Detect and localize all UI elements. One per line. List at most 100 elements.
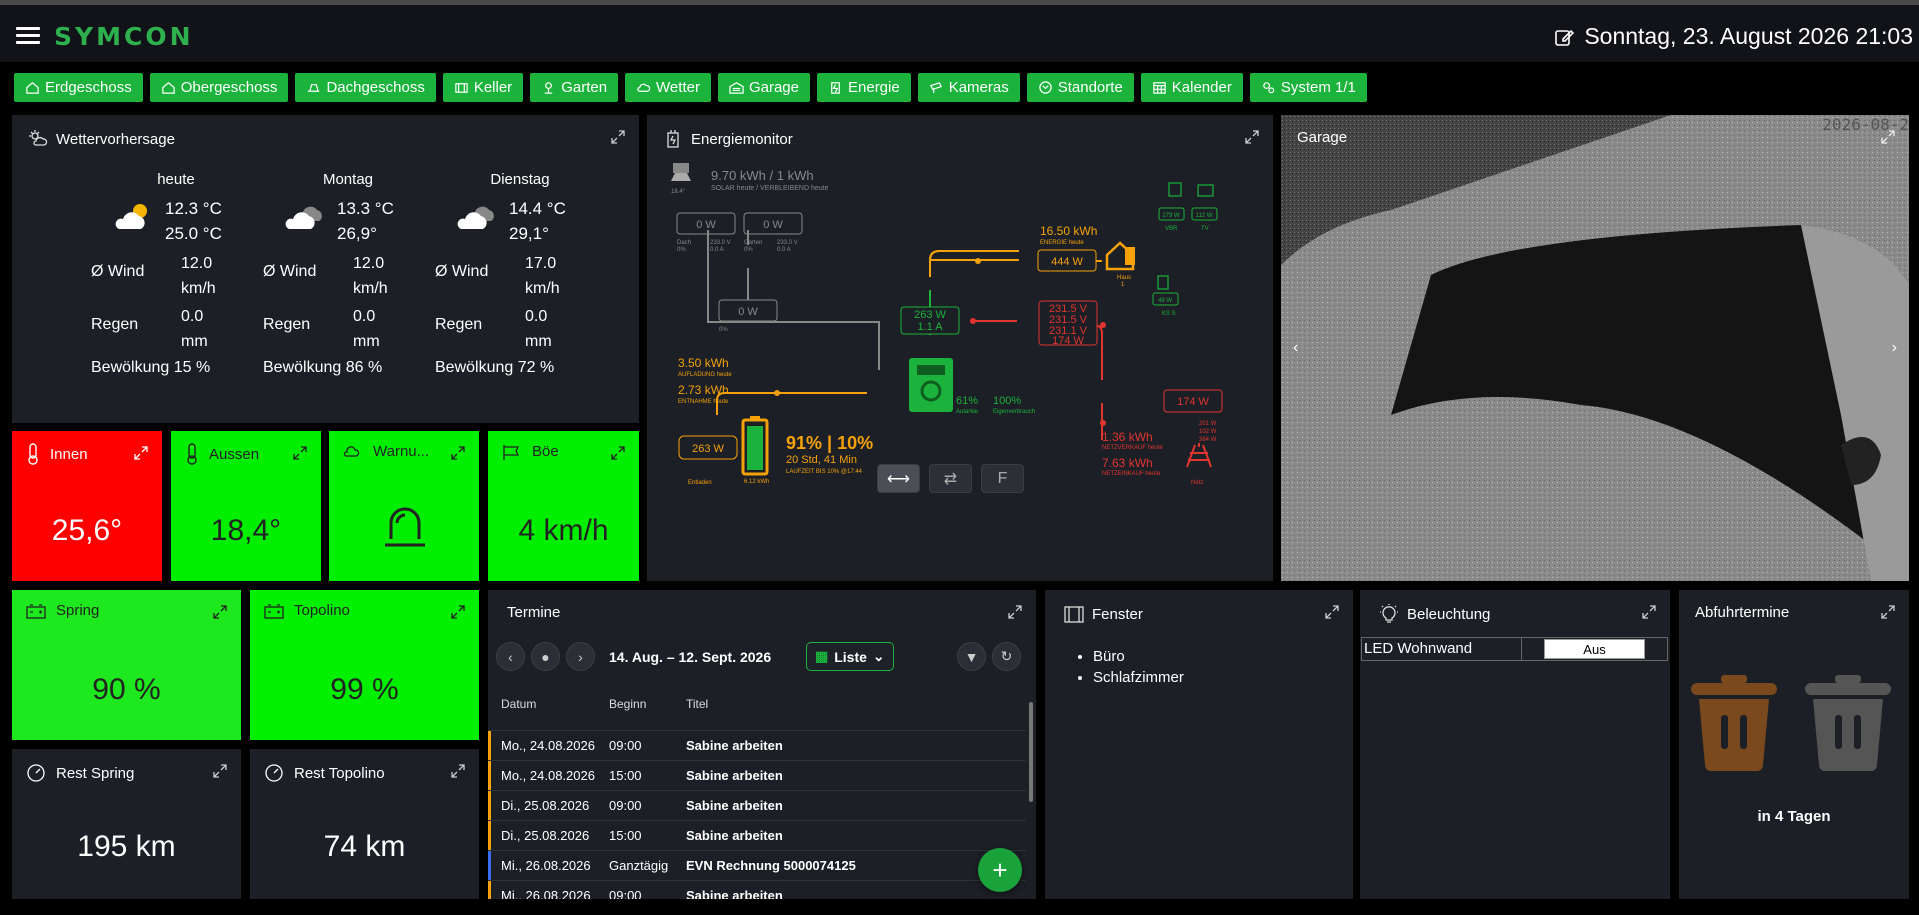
grid-icon: ▦ — [815, 648, 829, 664]
row-color-bar — [488, 881, 491, 899]
table-scrollbar[interactable] — [1026, 694, 1036, 894]
view-flow-button[interactable]: ⟷ — [877, 464, 920, 493]
expand-icon[interactable] — [611, 130, 625, 144]
solar-icon — [671, 163, 691, 181]
view-select[interactable]: ▦ Liste ⌄ — [806, 642, 894, 671]
forecast-clouds: Bewölkung 86 % — [263, 359, 383, 376]
energy-view-buttons: ⟷ ⇄ F — [877, 464, 1024, 493]
scrollbar-thumb[interactable] — [1029, 702, 1033, 802]
thermometer-icon — [28, 443, 38, 465]
discharge-label: ENTNAHME heute — [678, 399, 729, 405]
charge-today: 3.50 kWh — [678, 356, 729, 370]
inverter-power: 0 W — [738, 306, 758, 318]
filter-icon: ▼ — [964, 648, 979, 665]
windsock-icon — [503, 444, 520, 460]
prev-image-icon[interactable]: ‹ — [1293, 339, 1298, 357]
expand-icon[interactable] — [293, 446, 307, 460]
expand-icon[interactable] — [213, 605, 227, 619]
weather-sun-cloud-icon — [29, 130, 48, 146]
table-row[interactable]: Di., 25.08.2026 09:00 Sabine arbeiten — [488, 790, 1026, 821]
expand-icon[interactable] — [1881, 130, 1895, 144]
table-row[interactable]: Mi., 26.08.2026 09:00 Sabine arbeiten — [488, 880, 1026, 899]
battery-runtime-label: LAUFZEIT BIS 10% @17:44 — [786, 469, 863, 475]
tab-garten[interactable]: Garten — [530, 73, 619, 102]
tile-rest-topolino[interactable]: Rest Topolino 74 km — [250, 749, 479, 899]
expand-icon[interactable] — [1642, 605, 1656, 619]
wind-unit: km/h — [525, 280, 560, 297]
list-item: Büro — [1093, 646, 1184, 667]
next-image-icon[interactable]: › — [1892, 339, 1897, 357]
table-row[interactable]: Mo., 24.08.2026 15:00 Sabine arbeiten — [488, 760, 1026, 791]
table-row[interactable]: Di., 25.08.2026 15:00 Sabine arbeiten — [488, 820, 1026, 851]
tile-title: Rest Topolino — [264, 763, 385, 783]
expand-icon[interactable] — [1245, 130, 1259, 144]
termine-title: Termine — [507, 604, 561, 621]
tile-value: 195 km — [77, 830, 176, 863]
expand-icon[interactable] — [451, 764, 465, 778]
siren-icon — [385, 507, 425, 547]
expand-icon[interactable] — [1881, 605, 1895, 619]
basement-icon — [455, 83, 468, 93]
tab-kalender[interactable]: Kalender — [1140, 73, 1243, 102]
refresh-icon: ↻ — [1000, 648, 1013, 664]
tile-spring[interactable]: Spring 90 % — [12, 590, 241, 740]
expand-icon[interactable] — [1008, 605, 1022, 619]
view-swap-button[interactable]: ⇄ — [929, 464, 972, 493]
tab-wetter[interactable]: Wetter — [625, 73, 711, 102]
light-state-cell: Aus — [1522, 638, 1667, 660]
app-logo: SYMCON — [54, 22, 194, 51]
forecast-day-label: Dienstag — [490, 171, 550, 188]
autarkie-label: Autarkie — [956, 409, 979, 415]
gauge-icon — [27, 764, 45, 782]
expand-icon[interactable] — [1325, 605, 1339, 619]
tab-system[interactable]: System 1/1 — [1249, 73, 1367, 102]
table-row[interactable]: Mi., 26.08.2026 Ganztägig EVN Rechnung 500… — [488, 850, 1026, 881]
today-button[interactable]: ● — [531, 642, 560, 671]
add-event-button[interactable]: + — [978, 848, 1022, 892]
expand-icon[interactable] — [611, 446, 625, 460]
tab-keller[interactable]: Keller — [442, 73, 524, 102]
expand-icon[interactable] — [451, 605, 465, 619]
house-icon — [1105, 241, 1135, 271]
expand-icon[interactable] — [451, 446, 465, 460]
next-button[interactable]: › — [566, 642, 595, 671]
tab-energie[interactable]: Energie — [817, 73, 911, 102]
trash-bin-icon — [1691, 675, 1777, 771]
charge-label: AUFLADUNG heute — [678, 372, 732, 378]
tile-warnung[interactable]: Warnu... — [329, 431, 479, 581]
expand-icon[interactable] — [134, 446, 148, 460]
prev-button[interactable]: ‹ — [496, 642, 525, 671]
inverter-pct: 0% — [719, 327, 728, 333]
garage-title: Garage — [1297, 129, 1348, 146]
tab-dachgeschoss[interactable]: Dachgeschoss — [295, 73, 436, 102]
tab-erdgeschoss[interactable]: Erdgeschoss — [14, 73, 143, 102]
netz-buy-label: NETZEINKAUF heute — [1102, 471, 1161, 477]
tile-topolino[interactable]: Topolino 99 % — [250, 590, 479, 740]
rain-unit: mm — [353, 333, 380, 350]
wind-label: Ø Wind — [91, 263, 145, 280]
tile-innen[interactable]: Innen 25,6° — [12, 431, 162, 581]
table-row[interactable]: Mo., 24.08.2026 09:00 Sabine arbeiten — [488, 730, 1026, 761]
menu-icon[interactable] — [16, 27, 40, 45]
house-icon — [26, 82, 39, 94]
termine-card: Termine ‹ ● › 14. Aug. – 12. Sept. 2026 … — [488, 590, 1036, 899]
tab-garage[interactable]: Garage — [717, 73, 810, 102]
filter-button[interactable]: ▼ — [957, 642, 986, 671]
tile-rest-spring[interactable]: Rest Spring 195 km — [12, 749, 241, 899]
view-f-button[interactable]: F — [981, 464, 1024, 493]
refresh-button[interactable]: ↻ — [992, 642, 1021, 671]
light-toggle-button[interactable]: Aus — [1544, 639, 1645, 659]
tile-aussen[interactable]: Aussen 18,4° — [171, 431, 321, 581]
tile-boee[interactable]: Böe 4 km/h — [488, 431, 639, 581]
haus-label: Haus — [1117, 275, 1131, 281]
tab-standorte[interactable]: Standorte — [1026, 73, 1134, 102]
battery-percent: 91% | 10% — [786, 433, 873, 453]
netz-label: Netz — [1191, 480, 1203, 486]
tab-kameras[interactable]: Kameras — [917, 73, 1020, 102]
expand-icon[interactable] — [213, 764, 227, 778]
calendar-icon — [1153, 82, 1166, 94]
datetime-display[interactable]: Sonntag, 23. August 2026 21:03 — [1554, 23, 1913, 50]
rain-label: Regen — [91, 316, 139, 333]
tab-obergeschoss[interactable]: Obergeschoss — [149, 73, 289, 102]
fenster-title: Fenster — [1064, 604, 1143, 624]
